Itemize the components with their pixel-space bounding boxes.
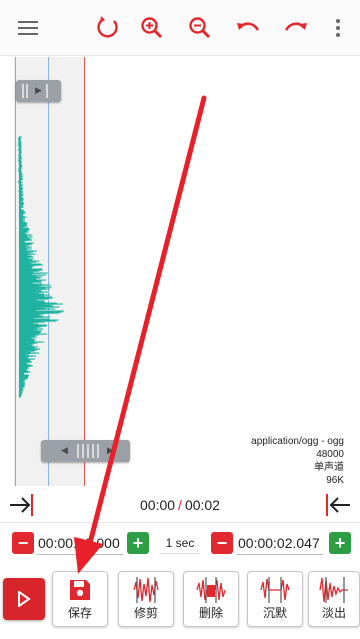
- sample-rate-text: 48000: [316, 449, 344, 460]
- save-button[interactable]: 保存: [52, 571, 108, 627]
- fade-out-button[interactable]: 淡出: [308, 571, 360, 627]
- trim-button[interactable]: 修剪: [118, 571, 174, 627]
- undo-icon[interactable]: [228, 8, 268, 48]
- top-toolbar: [0, 0, 360, 56]
- silence-icon: [248, 576, 302, 604]
- delete-button[interactable]: 删除: [183, 571, 239, 627]
- time-separator: /: [178, 497, 182, 513]
- waveform-area[interactable]: ▶ ◀ ▶: [14, 57, 360, 486]
- format-text: application/ogg - ogg: [251, 436, 344, 447]
- play-button[interactable]: [3, 578, 45, 620]
- step-size[interactable]: 1 sec: [160, 533, 200, 554]
- start-increment-button[interactable]: +: [127, 532, 149, 554]
- trim-label: 修剪: [133, 606, 158, 620]
- more-vert-icon[interactable]: [318, 8, 358, 48]
- zoom-out-icon[interactable]: [180, 8, 220, 48]
- fade-out-icon: [309, 576, 359, 604]
- delete-label: 删除: [198, 606, 223, 620]
- silence-button[interactable]: 沉默: [247, 571, 303, 627]
- total-time: 00:02: [184, 497, 220, 513]
- redo-icon[interactable]: [276, 8, 316, 48]
- start-decrement-button[interactable]: −: [12, 532, 34, 554]
- current-time: 00:00: [140, 497, 176, 513]
- save-label: 保存: [67, 606, 92, 620]
- zoom-in-icon[interactable]: [132, 8, 172, 48]
- divider: [0, 522, 360, 523]
- selection-end-handle[interactable]: ◀ ▶: [41, 440, 130, 462]
- waveform: [17, 136, 65, 398]
- bitrate-text: 96K: [326, 475, 344, 486]
- play-icon: [18, 591, 31, 607]
- trim-icon: [119, 576, 173, 604]
- refresh-icon[interactable]: [87, 8, 127, 48]
- delete-icon: [184, 576, 238, 604]
- end-increment-button[interactable]: +: [329, 532, 351, 554]
- set-end-icon[interactable]: [324, 493, 350, 522]
- save-icon: [53, 576, 107, 604]
- silence-label: 沉默: [262, 606, 287, 620]
- time-display: 00:00/00:02: [0, 497, 360, 513]
- selection-start-handle[interactable]: ▶: [16, 80, 61, 102]
- start-time-field[interactable]: 00:00:00.000: [37, 533, 123, 555]
- channels-text: 单声道: [314, 462, 344, 473]
- fade-out-label: 淡出: [321, 606, 346, 620]
- end-decrement-button[interactable]: −: [211, 532, 233, 554]
- audio-info: application/ogg - ogg 48000 单声道 96K: [251, 435, 344, 487]
- end-time-field[interactable]: 00:00:02.047: [237, 533, 323, 555]
- menu-icon[interactable]: [8, 8, 48, 48]
